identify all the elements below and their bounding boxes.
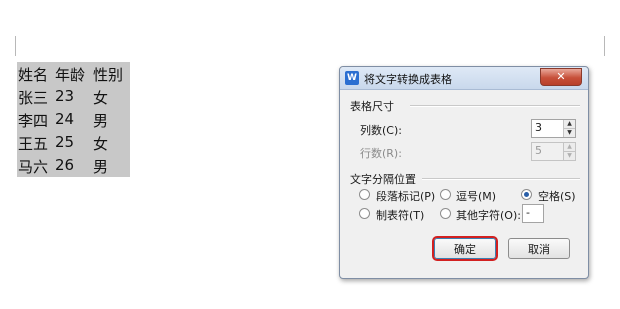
dialog-titlebar[interactable]: W 将文字转换成表格 [340, 67, 588, 90]
text-cell: 性别 [93, 66, 124, 84]
text-cell: 李四 [18, 112, 49, 130]
text-line[interactable]: 李四 24 男 [17, 108, 130, 131]
spin-down-icon[interactable]: ▼ [564, 152, 575, 160]
columns-value: 3 [535, 121, 542, 134]
text-cell: 张三 [18, 89, 49, 107]
convert-text-to-table-dialog: W 将文字转换成表格 表格尺寸 列数(C): 3 ▲ ▼ 行数(R): 5 ▲ … [339, 66, 589, 279]
text-line[interactable]: 张三 23 女 [17, 85, 130, 108]
columns-spin-buttons: ▲ ▼ [563, 120, 575, 137]
radio-other-char-label[interactable]: 其他字符(O): [456, 207, 521, 223]
text-cell: 姓名 [18, 66, 49, 84]
margin-marker-left [15, 36, 16, 56]
text-cell: 王五 [18, 135, 49, 153]
radio-paragraph-mark-label[interactable]: 段落标记(P) [376, 188, 435, 204]
radio-tab-label[interactable]: 制表符(T) [376, 207, 424, 223]
radio-space[interactable] [521, 189, 532, 200]
text-cell: 25 [55, 133, 75, 151]
radio-tab[interactable] [359, 208, 370, 219]
text-cell: 男 [93, 112, 109, 130]
rows-value: 5 [535, 144, 542, 157]
text-line[interactable]: 王五 25 女 [17, 131, 130, 154]
rows-stepper[interactable]: 5 ▲ ▼ [531, 142, 576, 161]
text-cell: 女 [93, 135, 109, 153]
margin-marker-right [604, 36, 605, 56]
columns-label: 列数(C): [360, 124, 402, 137]
text-cell: 男 [93, 158, 109, 176]
wps-writer-icon: W [345, 71, 359, 85]
text-line[interactable]: 马六 26 男 [17, 154, 130, 177]
text-line[interactable]: 姓名 年龄 性别 [17, 62, 130, 85]
other-char-value: - [526, 206, 530, 219]
section-divider [410, 105, 580, 107]
text-cell: 26 [55, 156, 75, 174]
text-cell: 女 [93, 89, 109, 107]
spin-up-icon[interactable]: ▲ [564, 120, 575, 129]
radio-comma[interactable] [440, 189, 451, 200]
other-char-input[interactable]: - [522, 204, 544, 223]
radio-other-char[interactable] [440, 208, 451, 219]
radio-comma-label[interactable]: 逗号(M) [456, 188, 496, 204]
separator-section-title: 文字分隔位置 [350, 173, 416, 186]
text-cell: 24 [55, 110, 75, 128]
cancel-button[interactable]: 取消 [508, 238, 570, 259]
text-cell: 年龄 [55, 66, 86, 84]
ok-button[interactable]: 确定 [432, 236, 498, 261]
spin-down-icon[interactable]: ▼ [564, 129, 575, 137]
radio-space-label[interactable]: 空格(S) [538, 188, 576, 204]
spin-up-icon[interactable]: ▲ [564, 143, 575, 152]
dialog-title: 将文字转换成表格 [364, 73, 452, 86]
text-cell: 23 [55, 87, 75, 105]
close-button[interactable] [540, 68, 582, 86]
columns-stepper[interactable]: 3 ▲ ▼ [531, 119, 576, 138]
section-divider [422, 178, 580, 180]
rows-label: 行数(R): [360, 147, 402, 160]
table-size-section-title: 表格尺寸 [350, 100, 394, 113]
radio-paragraph-mark[interactable] [359, 189, 370, 200]
text-cell: 马六 [18, 158, 49, 176]
rows-spin-buttons: ▲ ▼ [563, 143, 575, 160]
